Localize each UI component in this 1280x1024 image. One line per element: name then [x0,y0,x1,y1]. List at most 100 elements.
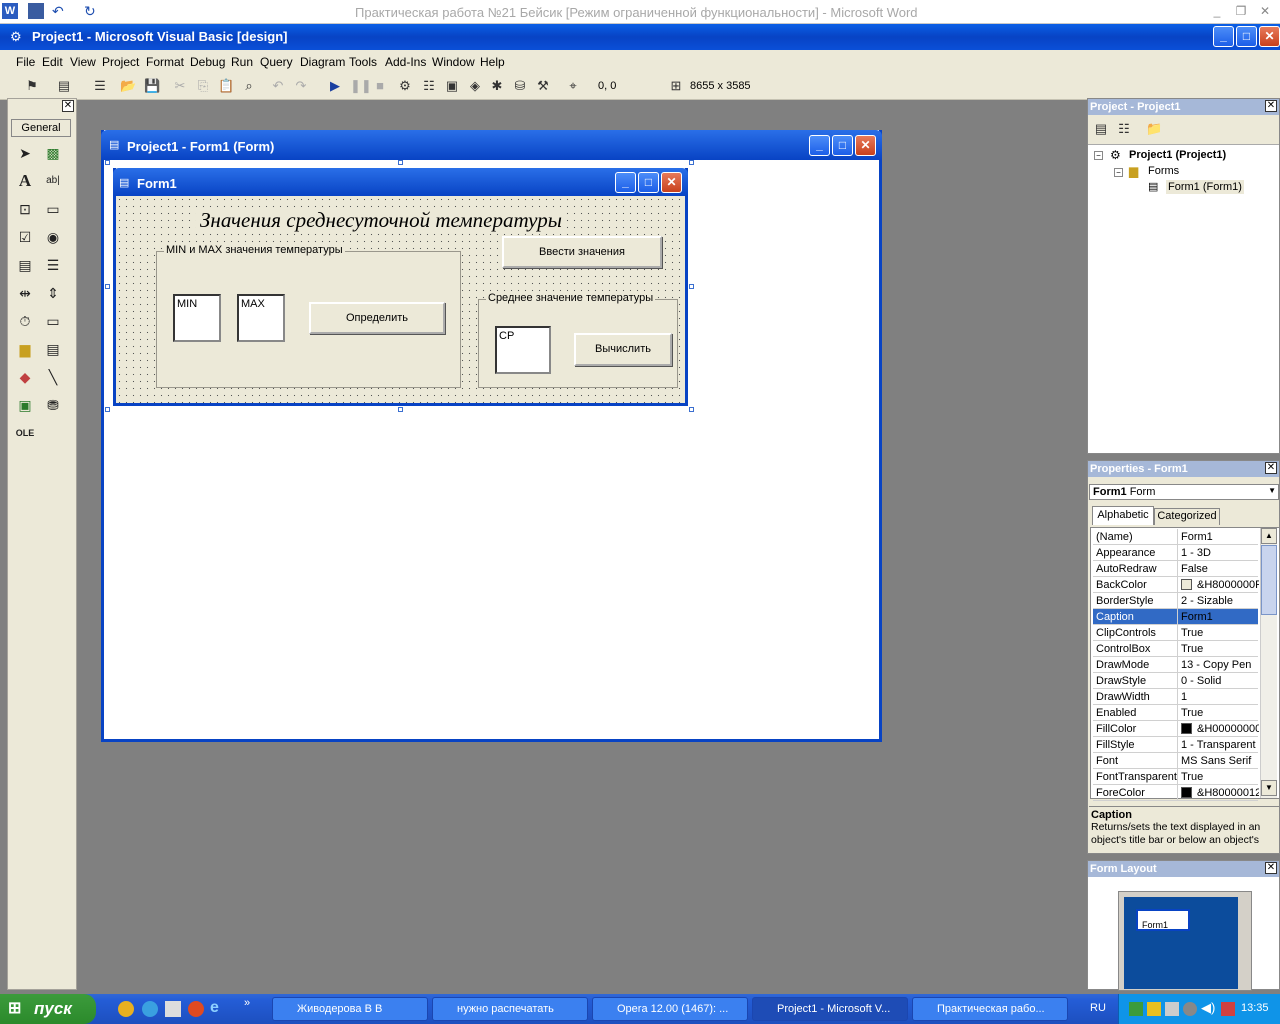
object-browser-icon[interactable]: ◈ [467,78,483,94]
menu-window[interactable]: Window [432,55,475,69]
tree-toggle-icon[interactable]: − [1094,151,1103,160]
property-row[interactable]: AutoRedraw False [1093,561,1258,577]
menu-project[interactable]: Project [102,55,139,69]
form1-maximize-button[interactable]: □ [638,172,659,193]
menu-edit[interactable]: Edit [42,55,63,69]
listbox-icon[interactable]: ☰ [42,254,64,276]
frame-average[interactable]: Среднее значение температуры СР Вычислит… [478,292,678,388]
max-textbox[interactable]: MAX [237,294,285,342]
form1-node[interactable]: Form1 (Form1) [1166,180,1244,194]
toolbox-icon[interactable]: ✱ [489,78,505,94]
start-icon[interactable]: ▶ [327,78,343,94]
tray-icon[interactable] [1147,1002,1161,1016]
quicklaunch-icon[interactable] [165,1001,181,1017]
form-layout-icon[interactable]: ▣ [444,78,460,94]
menu-file[interactable]: File [16,55,35,69]
break-icon[interactable]: ❚❚ [350,78,372,94]
pointer-icon[interactable]: ➤ [14,142,36,164]
ie-icon[interactable]: e [210,999,219,1017]
menu-view[interactable]: View [70,55,96,69]
label-icon[interactable]: A [14,170,36,192]
component-manager-icon[interactable]: ⚒ [535,78,551,94]
quicklaunch-overflow-icon[interactable]: » [244,997,250,1009]
tab-categorized[interactable]: Categorized [1154,508,1220,525]
quicklaunch-icon[interactable] [188,1001,204,1017]
project-close-button[interactable]: ✕ [1265,100,1277,112]
property-row[interactable]: ControlBox True [1093,641,1258,657]
resize-handle[interactable] [105,160,110,165]
property-value[interactable]: 13 - Copy Pen [1181,659,1259,671]
scroll-up-icon[interactable]: ▲ [1261,528,1277,544]
menu-editor-icon[interactable]: ☰ [92,78,108,94]
hscrollbar-icon[interactable]: ⇹ [14,282,36,304]
resize-handle[interactable] [689,160,694,165]
redo-icon[interactable]: ↻ [84,3,100,19]
vb-restore-button[interactable]: □ [1236,26,1257,47]
end-icon[interactable]: ■ [372,78,388,94]
view-object-icon[interactable]: ☷ [1116,121,1132,137]
optionbutton-icon[interactable]: ◉ [42,226,64,248]
forms-folder-node[interactable]: Forms [1148,165,1179,177]
calculate-button[interactable]: Вычислить [574,333,672,366]
undo-icon[interactable]: ↶ [52,3,68,19]
property-value[interactable]: True [1181,771,1259,783]
property-value[interactable]: MS Sans Serif [1181,755,1259,767]
properties-close-button[interactable]: ✕ [1265,462,1277,474]
resize-handle[interactable] [689,407,694,412]
property-row[interactable]: Caption Form1 [1093,609,1258,625]
property-row[interactable]: FillColor &H00000000 [1093,721,1259,737]
form1-client-area[interactable]: Значения среднесуточной температуры MIN … [116,196,685,403]
grid-scrollbar[interactable]: ▲ ▼ [1260,528,1277,798]
shape-icon[interactable]: ◆ [14,366,36,388]
property-value[interactable]: &H80000012 [1197,787,1259,799]
paste-icon[interactable]: 📋 [218,78,234,94]
commandbutton-icon[interactable]: ▭ [42,198,64,220]
property-value[interactable]: True [1181,707,1259,719]
toolbox-tab-general[interactable]: General [11,119,71,137]
resize-handle[interactable] [105,407,110,412]
project-root-node[interactable]: Project1 (Project1) [1129,149,1226,161]
form1-close-button[interactable]: ✕ [661,172,682,193]
checkbox-icon[interactable]: ☑ [14,226,36,248]
property-value[interactable]: True [1181,627,1259,639]
form1-minimize-button[interactable]: _ [615,172,636,193]
property-value[interactable]: 1 - 3D [1181,547,1259,559]
start-button[interactable]: ⊞ пуск [0,994,96,1024]
word-close-button[interactable]: ✕ [1256,4,1274,18]
resize-handle[interactable] [689,284,694,289]
tray-icon[interactable] [1221,1002,1235,1016]
property-value[interactable]: 2 - Sizable [1181,595,1259,607]
menu-debug[interactable]: Debug [190,55,225,69]
property-row[interactable]: ForeColor &H80000012 [1093,785,1259,801]
property-row[interactable]: DrawStyle 0 - Solid [1093,673,1258,689]
property-value[interactable]: &H00000000 [1197,723,1259,735]
filelistbox-icon[interactable]: ▤ [42,338,64,360]
open-project-icon[interactable]: 📂 [120,78,136,94]
resize-handle[interactable] [105,284,110,289]
designer-minimize-button[interactable]: _ [809,135,830,156]
determine-button[interactable]: Определить [309,302,445,334]
line-icon[interactable]: ╲ [42,366,64,388]
designer-maximize-button[interactable]: □ [832,135,853,156]
textbox-icon[interactable]: ab| [42,170,64,192]
data-icon[interactable]: ⛃ [42,394,64,416]
redo-icon[interactable]: ↷ [293,78,309,94]
toolbox-close-button[interactable]: ✕ [62,100,74,112]
form1-window[interactable]: ▤ Form1 _ □ ✕ Значения среднесуточной те… [113,168,688,406]
dropdown-arrow-icon[interactable]: ▼ [1268,486,1276,495]
tree-toggle-icon[interactable]: − [1114,168,1123,177]
property-value[interactable]: Form1 [1181,611,1259,623]
property-row[interactable]: FontTransparent True [1093,769,1258,785]
form1-title-bar[interactable]: ▤ Form1 _ □ ✕ [113,168,688,196]
property-row[interactable]: BackColor &H8000000F [1093,577,1259,593]
properties-window-icon[interactable]: ☷ [421,78,437,94]
scroll-thumb[interactable] [1261,545,1277,615]
object-selector[interactable]: Form1 Form ▼ [1089,484,1279,500]
toggle-folders-icon[interactable]: 📁 [1146,121,1162,137]
avg-textbox[interactable]: СР [495,326,551,374]
picturebox-icon[interactable]: ▩ [42,142,64,164]
volume-icon[interactable]: ◀) [1201,1000,1215,1016]
combobox-icon[interactable]: ▤ [14,254,36,276]
task-button[interactable]: Практическая рабо... [912,997,1068,1021]
save-project-icon[interactable]: 💾 [144,78,160,94]
